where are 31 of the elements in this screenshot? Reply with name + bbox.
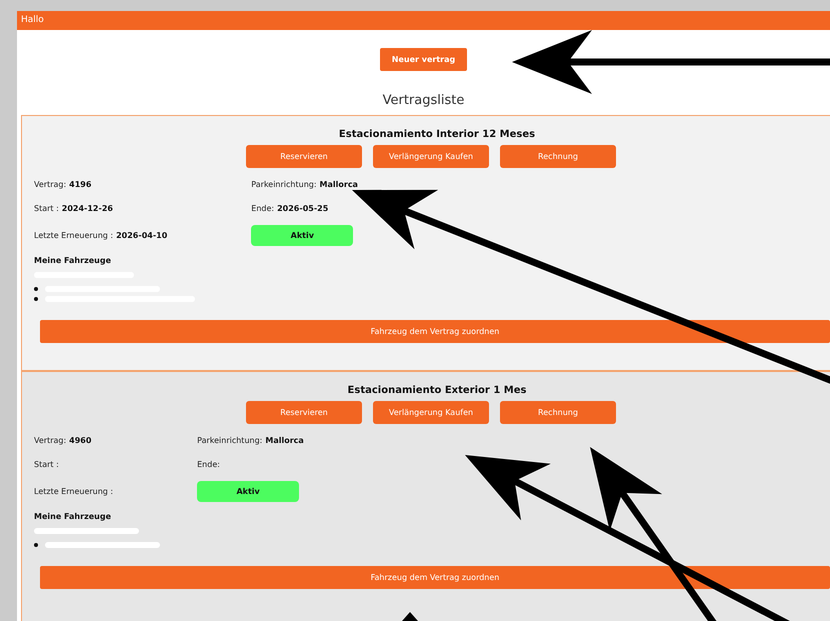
status-badge: Aktiv	[197, 480, 300, 502]
contract-title: Estacionamiento Interior 12 Meses	[338, 129, 536, 140]
bullet-icon	[34, 297, 38, 301]
assign-vehicle-button[interactable]: Fahrzeug dem Vertrag zuordnen	[40, 566, 830, 589]
facility-text: Parkeinrichtung: Mallorca	[251, 180, 358, 188]
contract-number: Vertrag: 4196	[34, 180, 92, 188]
end-text: Ende:	[197, 460, 220, 468]
new-contract-button[interactable]: Neuer vertrag	[380, 48, 468, 71]
contract-title: Estacionamiento Exterior 1 Mes	[346, 385, 528, 396]
facility-text: Parkeinrichtung: Mallorca	[197, 436, 304, 444]
list-title: Vertragsliste	[382, 93, 464, 108]
contract-number: Vertrag: 4960	[34, 436, 92, 444]
action-button[interactable]: Reservieren	[246, 401, 362, 424]
renewal-text: Letzte Erneuerung :	[34, 486, 114, 496]
start-text: Start :	[34, 460, 59, 468]
end-text: Ende: 2026-05-25	[251, 204, 328, 212]
vehicles-title: Meine Fahrzeuge	[34, 256, 112, 265]
action-button[interactable]: Verlängerung Kaufen	[373, 145, 489, 168]
assign-vehicle-button[interactable]: Fahrzeug dem Vertrag zuordnen	[40, 320, 830, 343]
action-button[interactable]: Reservieren	[246, 145, 362, 168]
header-title: Hallo	[17, 11, 830, 30]
action-button[interactable]: Rechnung	[500, 401, 616, 424]
start-text: Start : 2024-12-26	[34, 204, 113, 212]
bullet-icon	[34, 543, 38, 547]
bullet-icon	[34, 287, 38, 291]
action-button[interactable]: Rechnung	[500, 145, 616, 168]
arrow-head-icon	[402, 612, 418, 621]
renewal-text: Letzte Erneuerung : 2026-04-10	[34, 230, 168, 240]
status-badge: Aktiv	[251, 224, 354, 246]
vehicles-title: Meine Fahrzeuge	[34, 512, 112, 521]
action-button[interactable]: Verlängerung Kaufen	[373, 401, 489, 424]
